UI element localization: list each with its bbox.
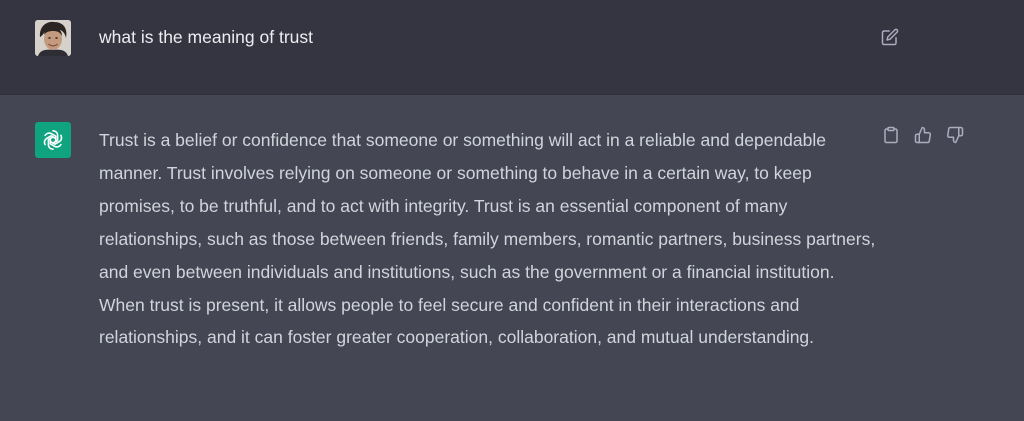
user-avatar (35, 20, 71, 56)
thumbs-down-icon[interactable] (944, 124, 966, 146)
thumbs-up-icon[interactable] (912, 124, 934, 146)
assistant-message-row: Trust is a belief or confidence that som… (0, 95, 1024, 421)
assistant-message-text: Trust is a belief or confidence that som… (99, 130, 876, 348)
openai-logo-icon (35, 122, 71, 158)
user-photo-avatar-icon (35, 20, 71, 56)
edit-icon[interactable] (879, 26, 901, 48)
user-message-row: what is the meaning of trust (0, 0, 1024, 95)
clipboard-icon[interactable] (880, 124, 902, 146)
user-message-text: what is the meaning of trust (99, 27, 313, 47)
chat-page: what is the meaning of trust Trust is a … (0, 0, 1024, 421)
